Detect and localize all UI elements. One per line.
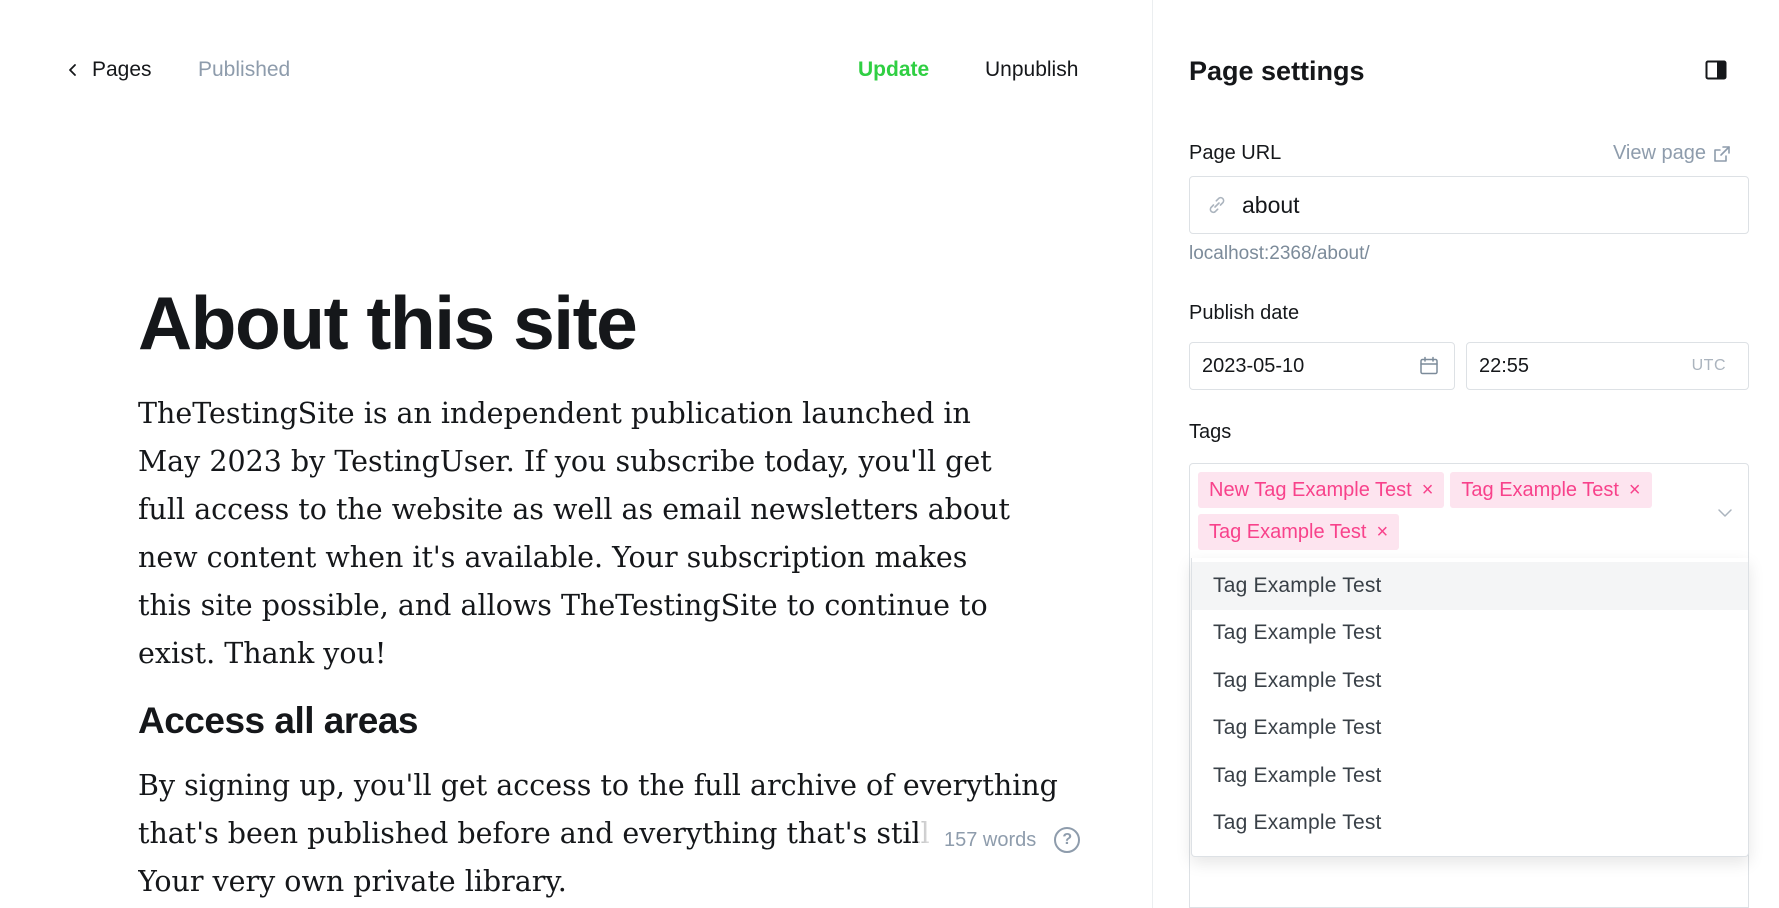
calendar-icon[interactable] bbox=[1418, 355, 1440, 377]
remove-tag-icon[interactable]: × bbox=[1629, 480, 1641, 500]
remove-tag-icon[interactable]: × bbox=[1422, 480, 1434, 500]
post-paragraph[interactable]: TheTestingSite is an independent publica… bbox=[138, 390, 1018, 678]
tag-chip: Tag Example Test × bbox=[1198, 514, 1400, 550]
tag-option[interactable]: Tag Example Test bbox=[1192, 562, 1748, 610]
publish-time-value: 22:55 bbox=[1479, 354, 1530, 377]
timezone-label: UTC bbox=[1691, 357, 1726, 374]
view-page-label: View page bbox=[1612, 142, 1706, 164]
editor-pane: Pages Published Update Unpublish About t… bbox=[0, 0, 1152, 908]
tag-option[interactable]: Tag Example Test bbox=[1192, 657, 1748, 705]
remove-tag-icon[interactable]: × bbox=[1377, 522, 1389, 542]
post-title[interactable]: About this site bbox=[138, 282, 638, 365]
page-url-label: Page URL bbox=[1189, 142, 1282, 164]
help-icon[interactable]: ? bbox=[1054, 827, 1081, 853]
page-url-input[interactable] bbox=[1242, 191, 1712, 219]
chevron-left-icon bbox=[69, 64, 76, 76]
selected-tags: New Tag Example Test × Tag Example Test … bbox=[1198, 472, 1688, 550]
page-url-hint: localhost:2368/about/ bbox=[1189, 243, 1370, 264]
publish-status: Published bbox=[198, 58, 291, 81]
sidebar-panel-icon[interactable] bbox=[1704, 58, 1728, 82]
publish-date-field[interactable]: 2023-05-10 bbox=[1189, 342, 1455, 390]
unpublish-button[interactable]: Unpublish bbox=[985, 58, 1078, 82]
page-settings-panel: Page settings Page URL View page localho… bbox=[1152, 0, 1779, 908]
tag-option[interactable]: Tag Example Test bbox=[1192, 752, 1748, 800]
tag-chip: New Tag Example Test × bbox=[1198, 472, 1445, 508]
editor-topbar: Pages Published Update Unpublish bbox=[0, 0, 1152, 142]
publish-time-field[interactable]: 22:55 UTC bbox=[1466, 342, 1749, 390]
page-url-field[interactable] bbox=[1189, 176, 1749, 234]
tag-option[interactable]: Tag Example Test bbox=[1192, 610, 1748, 658]
tags-label: Tags bbox=[1189, 421, 1232, 443]
link-icon bbox=[1209, 196, 1225, 214]
tag-option[interactable]: Tag Example Test bbox=[1192, 705, 1748, 753]
tag-chip: Tag Example Test × bbox=[1450, 472, 1652, 508]
tag-chip-label: Tag Example Test bbox=[1209, 520, 1367, 543]
tag-chip-label: Tag Example Test bbox=[1461, 478, 1619, 501]
chevron-down-icon[interactable] bbox=[1716, 504, 1734, 522]
word-count-bar: 157 words ? bbox=[918, 820, 1118, 860]
external-link-icon bbox=[1714, 145, 1730, 162]
settings-title: Page settings bbox=[1189, 56, 1365, 86]
tag-chip-label: New Tag Example Test bbox=[1209, 478, 1412, 501]
back-to-pages-link[interactable]: Pages bbox=[66, 58, 152, 82]
publish-date-value: 2023-05-10 bbox=[1202, 354, 1305, 377]
word-count: 157 words bbox=[944, 828, 1037, 851]
tag-option[interactable]: Tag Example Test bbox=[1192, 800, 1748, 848]
publish-date-label: Publish date bbox=[1189, 302, 1300, 324]
view-page-link[interactable]: View page bbox=[1613, 142, 1732, 165]
back-label: Pages bbox=[92, 58, 152, 81]
update-button[interactable]: Update bbox=[858, 58, 929, 82]
tag-options-dropdown: Tag Example Test Tag Example Test Tag Ex… bbox=[1191, 558, 1749, 857]
post-subheading[interactable]: Access all areas bbox=[138, 700, 419, 742]
